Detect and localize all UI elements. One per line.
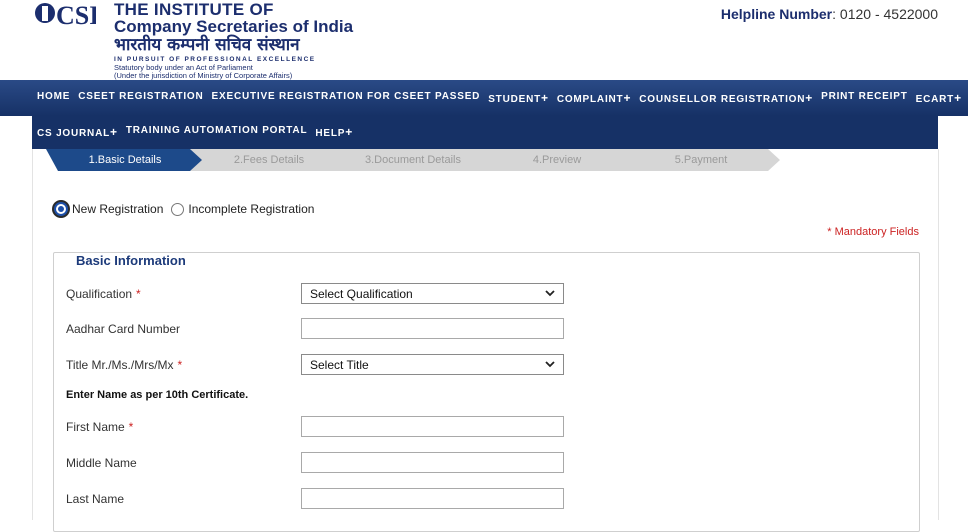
step-1: 1.Basic Details [46, 149, 204, 171]
step-label: 4.Preview [532, 154, 582, 166]
new-registration-label[interactable]: New Registration [72, 202, 163, 216]
first-name-input[interactable] [301, 416, 564, 437]
qualification-label: Qualification * [66, 287, 141, 301]
mandatory-fields-note: * Mandatory Fields [827, 226, 919, 238]
nav-item-label: HOME [37, 91, 71, 102]
step-label: 5.Payment [674, 154, 728, 166]
nav-item-student[interactable]: STUDENT+ [484, 91, 553, 105]
title-select[interactable]: Select Title [301, 354, 564, 375]
nav-item-home[interactable]: HOME [33, 91, 74, 105]
nav-item-label: CS JOURNAL [37, 128, 111, 139]
org-hindi: भारतीय कम्पनी सचिव संस्थान [114, 35, 300, 55]
aadhar-input[interactable] [301, 318, 564, 339]
plus-icon: + [541, 91, 549, 105]
main-nav-row1: HOME CSEET REGISTRATION EXECUTIVE REGISTRA… [0, 80, 968, 116]
nav-item-cs-journal[interactable]: CS JOURNAL+ [33, 125, 122, 139]
helpline-number: : 0120 - 4522000 [832, 6, 938, 22]
middle-name-input[interactable] [301, 452, 564, 473]
nav-item-label: HELP [315, 128, 346, 139]
nav-item-label: TRAINING AUTOMATION PORTAL [125, 125, 308, 136]
step-3: 3.Document Details [334, 149, 492, 171]
nav-item-label: COMPLAINT [556, 94, 624, 105]
step-5: 5.Payment [622, 149, 780, 171]
helpline-label: Helpline Number [720, 6, 833, 22]
qualification-select[interactable]: Select Qualification [301, 283, 564, 304]
nav-item-complaint[interactable]: COMPLAINT+ [553, 91, 635, 105]
title-selected: Select Title [310, 357, 369, 372]
org-line2: Company Secretaries of India [114, 17, 354, 36]
nav-item-print-receipt[interactable]: PRINT RECEIPT [817, 91, 912, 105]
incomplete-registration-label[interactable]: Incomplete Registration [188, 202, 314, 216]
basic-information-title: Basic Information [68, 253, 194, 268]
organization-name: THE INSTITUTE OF Company Secretaries of … [114, 0, 354, 80]
nav-item-ecart[interactable]: ECART+ [912, 91, 966, 105]
plus-icon: + [623, 91, 632, 105]
qualification-selected: Select Qualification [310, 286, 413, 301]
plus-icon: + [954, 91, 962, 105]
plus-icon: + [345, 125, 354, 139]
first-name-label: First Name * [66, 420, 134, 434]
nav-item-training-automation-portal[interactable]: TRAINING AUTOMATION PORTAL [122, 125, 312, 139]
name-instruction: Enter Name as per 10th Certificate. [66, 389, 249, 401]
aadhar-label: Aadhar Card Number [66, 322, 181, 336]
last-name-input[interactable] [301, 488, 564, 509]
step-label: 3.Document Details [365, 154, 461, 166]
nav-item-label: EXECUTIVE REGISTRATION FOR CSEET PASSED [211, 91, 481, 102]
site-header: CSI THE INSTITUTE OF Company Secretaries… [0, 0, 968, 80]
plus-icon: + [805, 91, 814, 105]
nav-item-help[interactable]: HELP+ [311, 125, 357, 139]
helpline: Helpline Number: 0120 - 4522000 [721, 6, 938, 22]
nav-item-label: PRINT RECEIPT [821, 91, 908, 102]
org-line1: THE INSTITUTE OF [114, 0, 274, 19]
nav-item-executive-registration-for-cseet-passed[interactable]: EXECUTIVE REGISTRATION FOR CSEET PASSED [208, 91, 485, 105]
required-mark: * [128, 420, 134, 434]
incomplete-registration-radio[interactable] [171, 202, 185, 216]
new-registration-radio[interactable] [54, 202, 68, 216]
step-2: 2.Fees Details [190, 149, 348, 171]
step-4: 4.Preview [478, 149, 636, 171]
main-nav-row2: CS JOURNAL+ TRAINING AUTOMATION PORTAL HEL… [32, 116, 938, 149]
plus-icon: + [110, 125, 118, 139]
nav-item-label: ECART [915, 94, 955, 105]
org-jurisdiction: (Under the jurisdiction of Ministry of C… [114, 71, 293, 80]
nav-item-label: COUNSELLOR REGISTRATION [639, 94, 806, 105]
svg-text:CSI: CSI [56, 1, 96, 30]
middle-name-label: Middle Name [66, 456, 137, 470]
icsi-logo-icon[interactable]: CSI [34, 0, 96, 30]
chevron-down-icon [545, 290, 555, 297]
nav-item-counsellor-registration[interactable]: COUNSELLOR REGISTRATION+ [635, 91, 817, 105]
title-label: Title Mr./Ms./Mrs/Mx * [66, 358, 183, 372]
nav-item-label: CSEET REGISTRATION [78, 91, 204, 102]
step-label: 1.Basic Details [88, 154, 162, 166]
step-label: 2.Fees Details [233, 154, 305, 166]
required-mark: * [177, 358, 183, 372]
registration-type: New Registration Incomplete Registration [54, 202, 322, 216]
chevron-down-icon [545, 361, 555, 368]
last-name-label: Last Name [66, 492, 125, 506]
required-mark: * [136, 287, 141, 301]
nav-item-label: STUDENT [488, 94, 542, 105]
nav-item-cseet-registration[interactable]: CSEET REGISTRATION [74, 91, 207, 105]
